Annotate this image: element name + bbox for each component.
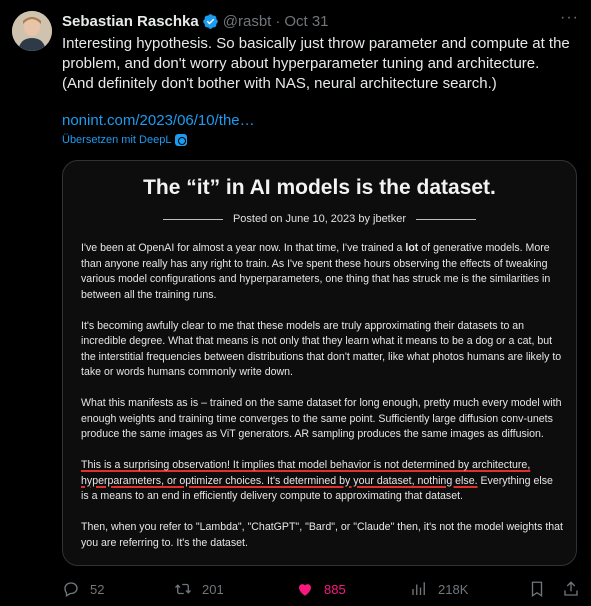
article-link[interactable]: nonint.com/2023/06/10/the…: [62, 112, 255, 129]
like-button[interactable]: 885: [296, 580, 346, 598]
article-body: I've been at OpenAI for almost a year no…: [81, 241, 564, 565]
translate-button[interactable]: Übersetzen mit DeepL: [62, 134, 188, 146]
translate-label: Übersetzen mit DeepL: [62, 134, 172, 146]
more-options-icon[interactable]: ···: [560, 9, 579, 27]
reply-count: 52: [90, 581, 105, 597]
retweet-count: 201: [202, 581, 224, 597]
deepl-icon: [175, 134, 188, 146]
bookmark-button[interactable]: [528, 580, 546, 598]
author-handle[interactable]: @rasbt: [223, 13, 272, 30]
tweet-header: Sebastian Raschka @rasbt · Oct 31 ···: [62, 9, 579, 31]
reply-icon: [64, 582, 78, 597]
article-screenshot[interactable]: The “it” in AI models is the dataset. Po…: [62, 160, 577, 566]
retweet-icon: [175, 583, 191, 595]
verified-badge-icon: [202, 13, 218, 29]
author-name[interactable]: Sebastian Raschka: [62, 13, 199, 30]
divider: [416, 218, 477, 220]
paragraph: I've been at OpenAI for almost a year no…: [81, 242, 551, 301]
paragraph: This is a surprising observation! It imp…: [81, 459, 553, 502]
like-count: 885: [324, 581, 346, 597]
separator-dot: ·: [275, 12, 281, 30]
share-icon: [564, 581, 578, 596]
reply-button[interactable]: 52: [62, 580, 104, 598]
heart-icon: [299, 584, 311, 596]
paragraph: Then, when you refer to "Lambda", "ChatG…: [81, 521, 564, 549]
retweet-button[interactable]: 201: [174, 580, 224, 598]
highlighted-text: This is a surprising observation! It imp…: [81, 459, 531, 487]
divider: [162, 218, 223, 220]
bookmark-icon: [531, 581, 543, 598]
article-title: The “it” in AI models is the dataset.: [143, 176, 496, 199]
article-byline: Posted on June 10, 2023 by jbetker: [63, 213, 576, 225]
views-icon: [412, 582, 425, 595]
views-button[interactable]: 218K: [410, 580, 468, 598]
posted-text: Posted on June 10, 2023 by jbetker: [232, 213, 407, 225]
avatar[interactable]: [12, 11, 52, 51]
paragraph: What this manifests as is – trained on t…: [81, 397, 562, 440]
view-count: 218K: [438, 581, 469, 597]
tweet-date[interactable]: Oct 31: [284, 13, 328, 30]
share-button[interactable]: [562, 580, 580, 598]
tweet-actions: 52 201 885 218K: [62, 578, 582, 600]
paragraph: It's becoming awfully clear to me that t…: [81, 319, 562, 379]
tweet-text: Interesting hypothesis. So basically jus…: [62, 35, 570, 92]
